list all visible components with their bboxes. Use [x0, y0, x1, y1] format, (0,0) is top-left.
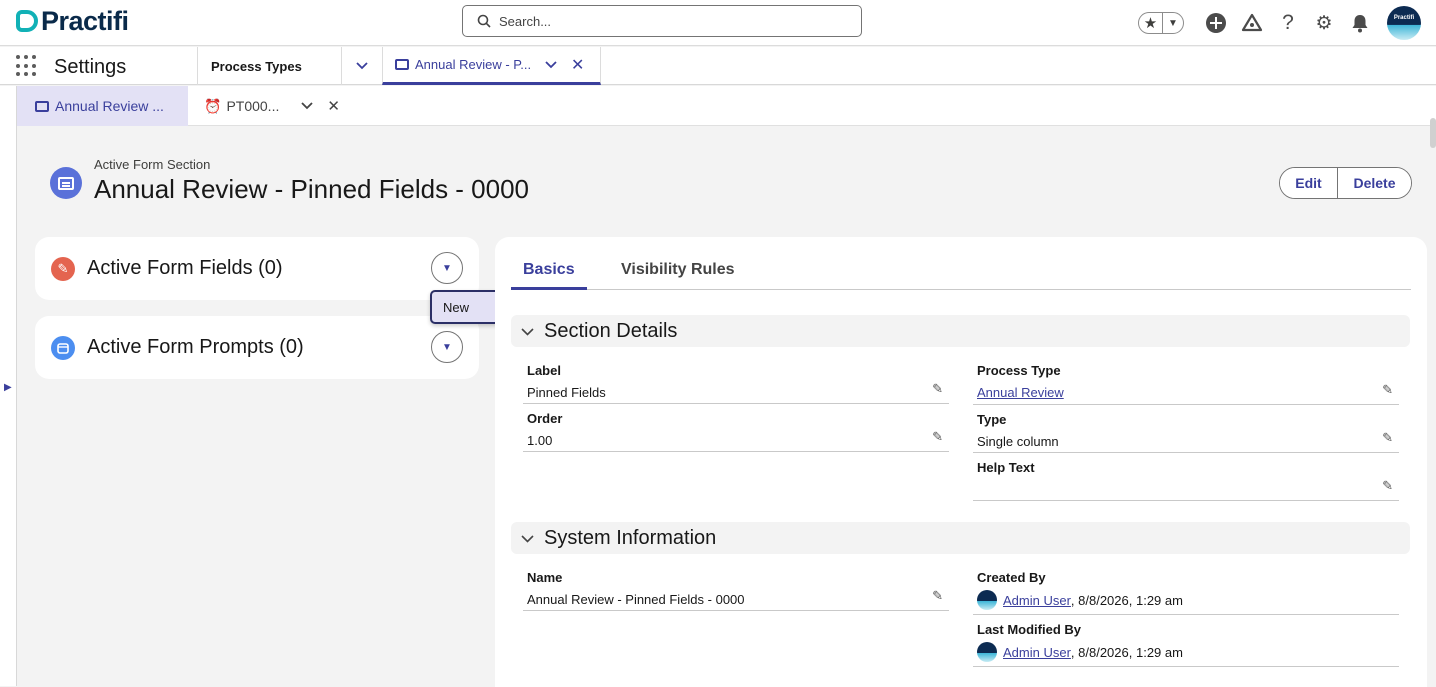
form-record-icon: [395, 59, 409, 70]
section-title: System Information: [544, 526, 717, 549]
pencil-icon: ✎: [51, 257, 75, 281]
nav-tab-annual-review-label: Annual Review - P...: [415, 57, 532, 72]
field-help-text-name: Help Text: [977, 460, 1035, 475]
notifications-bell-icon[interactable]: [1347, 10, 1373, 36]
related-active-form-prompts: Active Form Prompts (0) ▼: [35, 316, 479, 379]
created-date: , 8/8/2026, 1:29 am: [1070, 592, 1183, 608]
help-icon[interactable]: ?: [1275, 10, 1301, 36]
record-detail-panel: Basics Visibility Rules Section Details …: [495, 237, 1427, 687]
field-last-modified-by: Last Modified By Admin User , 8/8/2026, …: [973, 622, 1399, 667]
logo-mark-icon: [16, 10, 38, 32]
field-order-value: 1.00: [527, 433, 553, 448]
subtab-menu-chevron-icon[interactable]: [301, 99, 313, 113]
nav-tab-process-types-label: Process Types: [211, 58, 302, 74]
page-title: Annual Review - Pinned Fields - 0000: [94, 174, 530, 204]
field-name: Name Annual Review - Pinned Fields - 000…: [523, 570, 949, 611]
active-form-section-icon: [50, 167, 82, 199]
section-collapse-chevron-icon: [521, 323, 534, 339]
field-help-text-value: [977, 482, 1399, 499]
alarm-clock-icon: ⏰: [204, 97, 222, 114]
logo-text: Practifi: [41, 5, 129, 36]
related-actions-dropdown-icon[interactable]: ▼: [431, 252, 463, 284]
field-created-by-name: Created By: [977, 570, 1046, 585]
global-create-icon[interactable]: [1203, 10, 1229, 36]
field-name-value: Annual Review - Pinned Fields - 0000: [527, 592, 745, 607]
related-actions-dropdown-icon[interactable]: ▼: [431, 331, 463, 363]
record-actions: Edit Delete: [1279, 167, 1412, 199]
process-type-link[interactable]: Annual Review: [977, 385, 1064, 400]
field-order: Order 1.00 ✎: [523, 411, 949, 452]
field-type-name: Type: [977, 412, 1007, 427]
tab-menu-chevron-icon[interactable]: [545, 58, 557, 72]
record-type-label: Active Form Section: [94, 157, 211, 172]
global-header: Practifi ★ ▼ ? ⚙ Practifi: [0, 0, 1436, 46]
nav-tab-process-types[interactable]: Process Types: [197, 47, 341, 85]
trailhead-icon[interactable]: [1239, 10, 1265, 36]
utility-left-rail: ▶: [0, 86, 17, 686]
modified-date: , 8/8/2026, 1:29 am: [1070, 644, 1183, 660]
user-avatar[interactable]: Practifi: [1387, 6, 1421, 40]
edit-pencil-icon[interactable]: ✎: [1382, 382, 1393, 398]
edit-pencil-icon[interactable]: ✎: [932, 429, 943, 445]
section-collapse-chevron-icon: [521, 530, 534, 546]
favorites-group: ★ ▼: [1138, 12, 1184, 34]
detail-tabs: Basics Visibility Rules: [511, 253, 1411, 290]
global-search[interactable]: [462, 5, 862, 37]
user-avatar: [977, 590, 997, 610]
form-record-icon: [35, 100, 49, 112]
field-label: Label Pinned Fields ✎: [523, 363, 949, 404]
related-active-form-fields: ✎ Active Form Fields (0) ▼: [35, 237, 479, 300]
app-nav-bar: Settings Process Types Annual Review - P…: [0, 47, 1436, 85]
section-details-header[interactable]: Section Details: [511, 315, 1410, 347]
close-tab-icon[interactable]: ✕: [571, 55, 584, 75]
header-utility-icons: ★ ▼ ? ⚙ Practifi: [1138, 0, 1436, 46]
edit-pencil-icon[interactable]: ✎: [1382, 430, 1393, 446]
system-information-header[interactable]: System Information: [511, 522, 1410, 554]
close-subtab-icon[interactable]: ✕: [327, 97, 340, 115]
nav-more-chevron-icon[interactable]: [341, 47, 381, 85]
scrollbar-thumb[interactable]: [1430, 118, 1436, 148]
subtab-pt000-label: PT000...: [226, 98, 280, 114]
tab-basics[interactable]: Basics: [511, 261, 587, 290]
search-icon: [477, 14, 491, 28]
section-title: Section Details: [544, 319, 678, 342]
edit-pencil-icon[interactable]: ✎: [1382, 478, 1393, 494]
practifi-logo[interactable]: Practifi: [16, 6, 129, 36]
field-last-modified-by-name: Last Modified By: [977, 622, 1082, 637]
field-order-name: Order: [527, 411, 563, 426]
edit-button[interactable]: Edit: [1280, 168, 1338, 198]
subtab-pt000[interactable]: ⏰ PT000... ✕: [204, 86, 354, 126]
field-help-text: Help Text ✎: [973, 460, 1399, 501]
edit-pencil-icon[interactable]: ✎: [932, 381, 943, 397]
subtab-annual-review[interactable]: Annual Review ...: [17, 86, 188, 126]
calendar-prompt-icon: [51, 336, 75, 360]
favorites-menu-chevron-icon[interactable]: ▼: [1163, 13, 1183, 33]
field-type-value: Single column: [977, 434, 1059, 449]
avatar-logo-text: Practifi: [1393, 15, 1415, 21]
field-created-by: Created By Admin User , 8/8/2026, 1:29 a…: [973, 570, 1399, 615]
created-by-user-link[interactable]: Admin User: [1003, 593, 1071, 608]
delete-button[interactable]: Delete: [1338, 168, 1411, 198]
field-name-name: Name: [527, 570, 563, 585]
field-label-name: Label: [527, 363, 561, 378]
field-process-type-name: Process Type: [977, 363, 1061, 378]
search-input[interactable]: [499, 13, 839, 29]
expand-rail-arrow-icon[interactable]: ▶: [4, 382, 12, 393]
tab-visibility-rules[interactable]: Visibility Rules: [621, 261, 735, 289]
app-launcher-icon[interactable]: [16, 55, 38, 77]
related-list-title[interactable]: Active Form Prompts (0): [87, 336, 304, 359]
field-type: Type Single column ✎: [973, 412, 1399, 453]
favorite-star-icon[interactable]: ★: [1139, 13, 1163, 33]
app-name: Settings: [54, 56, 127, 78]
subtab-annual-review-label: Annual Review ...: [55, 98, 164, 114]
nav-tab-annual-review[interactable]: Annual Review - P... ✕: [382, 47, 601, 85]
user-avatar: [977, 642, 997, 662]
subtab-bar: Annual Review ... ⏰ PT000... ✕: [17, 86, 1436, 126]
field-label-value: Pinned Fields: [527, 385, 606, 400]
edit-pencil-icon[interactable]: ✎: [932, 588, 943, 604]
related-list-title[interactable]: Active Form Fields (0): [87, 257, 283, 280]
field-process-type: Process Type Annual Review ✎: [973, 363, 1399, 405]
modified-by-user-link[interactable]: Admin User: [1003, 645, 1071, 660]
setup-gear-icon[interactable]: ⚙: [1311, 10, 1337, 36]
